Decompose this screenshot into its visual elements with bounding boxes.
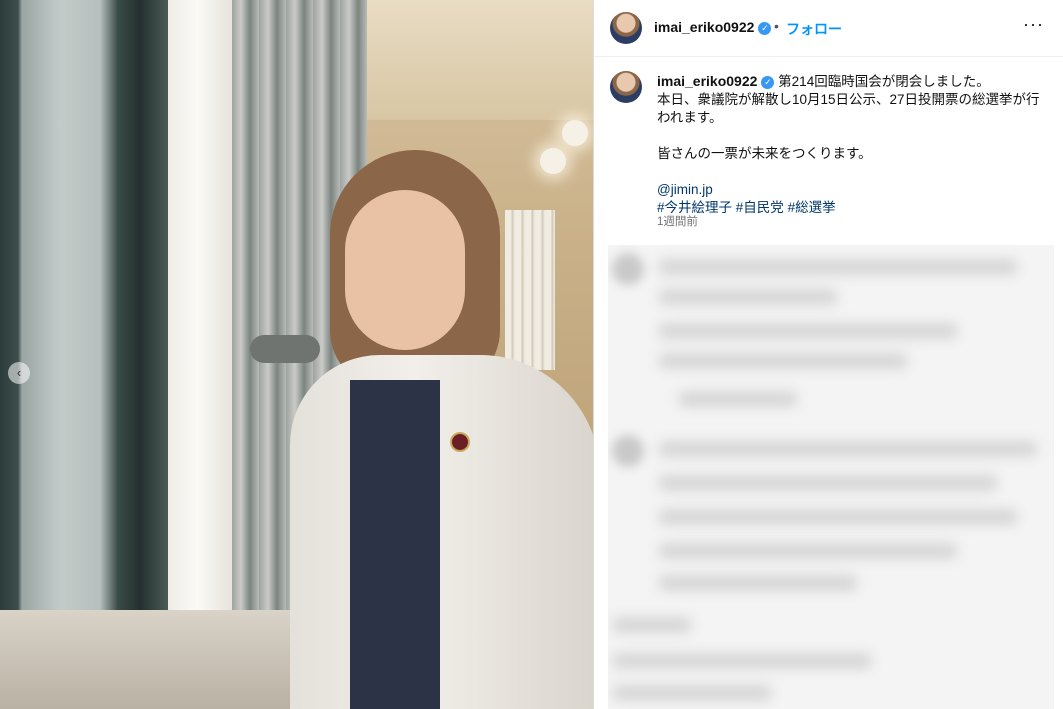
more-options-icon[interactable]: ··· [1023, 14, 1044, 35]
verified-badge-icon: ✓ [758, 21, 772, 35]
post-timestamp[interactable]: 1週間前 [657, 213, 698, 229]
caption-line: 本日、衆議院が解散し10月15日公示、27日投開票の総選挙が行 [657, 92, 1040, 107]
separator-dot: • [774, 18, 779, 34]
verified-badge-icon: ✓ [761, 75, 775, 89]
blurred-text [658, 575, 858, 591]
person-top [350, 380, 440, 709]
wall-trim [168, 0, 240, 620]
avatar[interactable] [610, 12, 642, 44]
blurred-text [658, 441, 1038, 457]
blurred-text [658, 289, 838, 305]
hashtag-link[interactable]: #総選挙 [788, 200, 836, 215]
chevron-left-icon[interactable]: ‹ [8, 362, 30, 384]
blurred-text [658, 259, 1018, 275]
post-sidebar: imai_eriko0922 ✓ • フォロー ··· imai_eriko092… [593, 0, 1063, 709]
blurred-text [658, 543, 958, 559]
post-header: imai_eriko0922 ✓ • フォロー ··· [594, 0, 1063, 57]
blurred-text [612, 685, 772, 701]
blurred-comments [608, 245, 1054, 709]
person-face [345, 190, 465, 350]
blurred-text [612, 653, 872, 669]
blurred-text [658, 509, 1018, 525]
avatar[interactable] [610, 71, 642, 103]
caption-block: imai_eriko0922 ✓ 第214回臨時国会が閉会しました。 本日、衆議院… [594, 56, 1063, 241]
person [290, 150, 593, 709]
instagram-post-view: ‹ imai_eriko0922 ✓ • フォロー ··· imai_eriko0… [0, 0, 1063, 709]
blurred-text [678, 391, 798, 407]
room-ceiling [360, 0, 593, 120]
post-caption: imai_eriko0922 ✓ 第214回臨時国会が閉会しました。 本日、衆議院… [657, 72, 1052, 217]
blurred-avatar [612, 253, 644, 285]
lapel-pin [450, 432, 470, 452]
blurred-avatar [612, 435, 644, 467]
blurred-text [612, 617, 692, 633]
caption-lead: 第214回臨時国会が閉会しました。 [778, 74, 990, 89]
caption-line: われます。 [657, 110, 723, 125]
window-frame [0, 0, 168, 709]
header-username[interactable]: imai_eriko0922 ✓ [654, 19, 772, 35]
hashtag-link[interactable]: #自民党 [736, 200, 784, 215]
person-jacket [290, 355, 593, 709]
caption-line: 皆さんの一票が未来をつくります。 [657, 146, 872, 161]
post-photo[interactable]: ‹ [0, 0, 593, 709]
blurred-text [658, 475, 998, 491]
caption-username[interactable]: imai_eriko0922 ✓ [657, 73, 775, 89]
mention-link[interactable]: @jimin.jp [657, 182, 713, 197]
blurred-text [658, 353, 908, 369]
blurred-text [658, 323, 958, 339]
follow-button[interactable]: フォロー [786, 19, 842, 39]
wall-lamp [562, 120, 588, 146]
